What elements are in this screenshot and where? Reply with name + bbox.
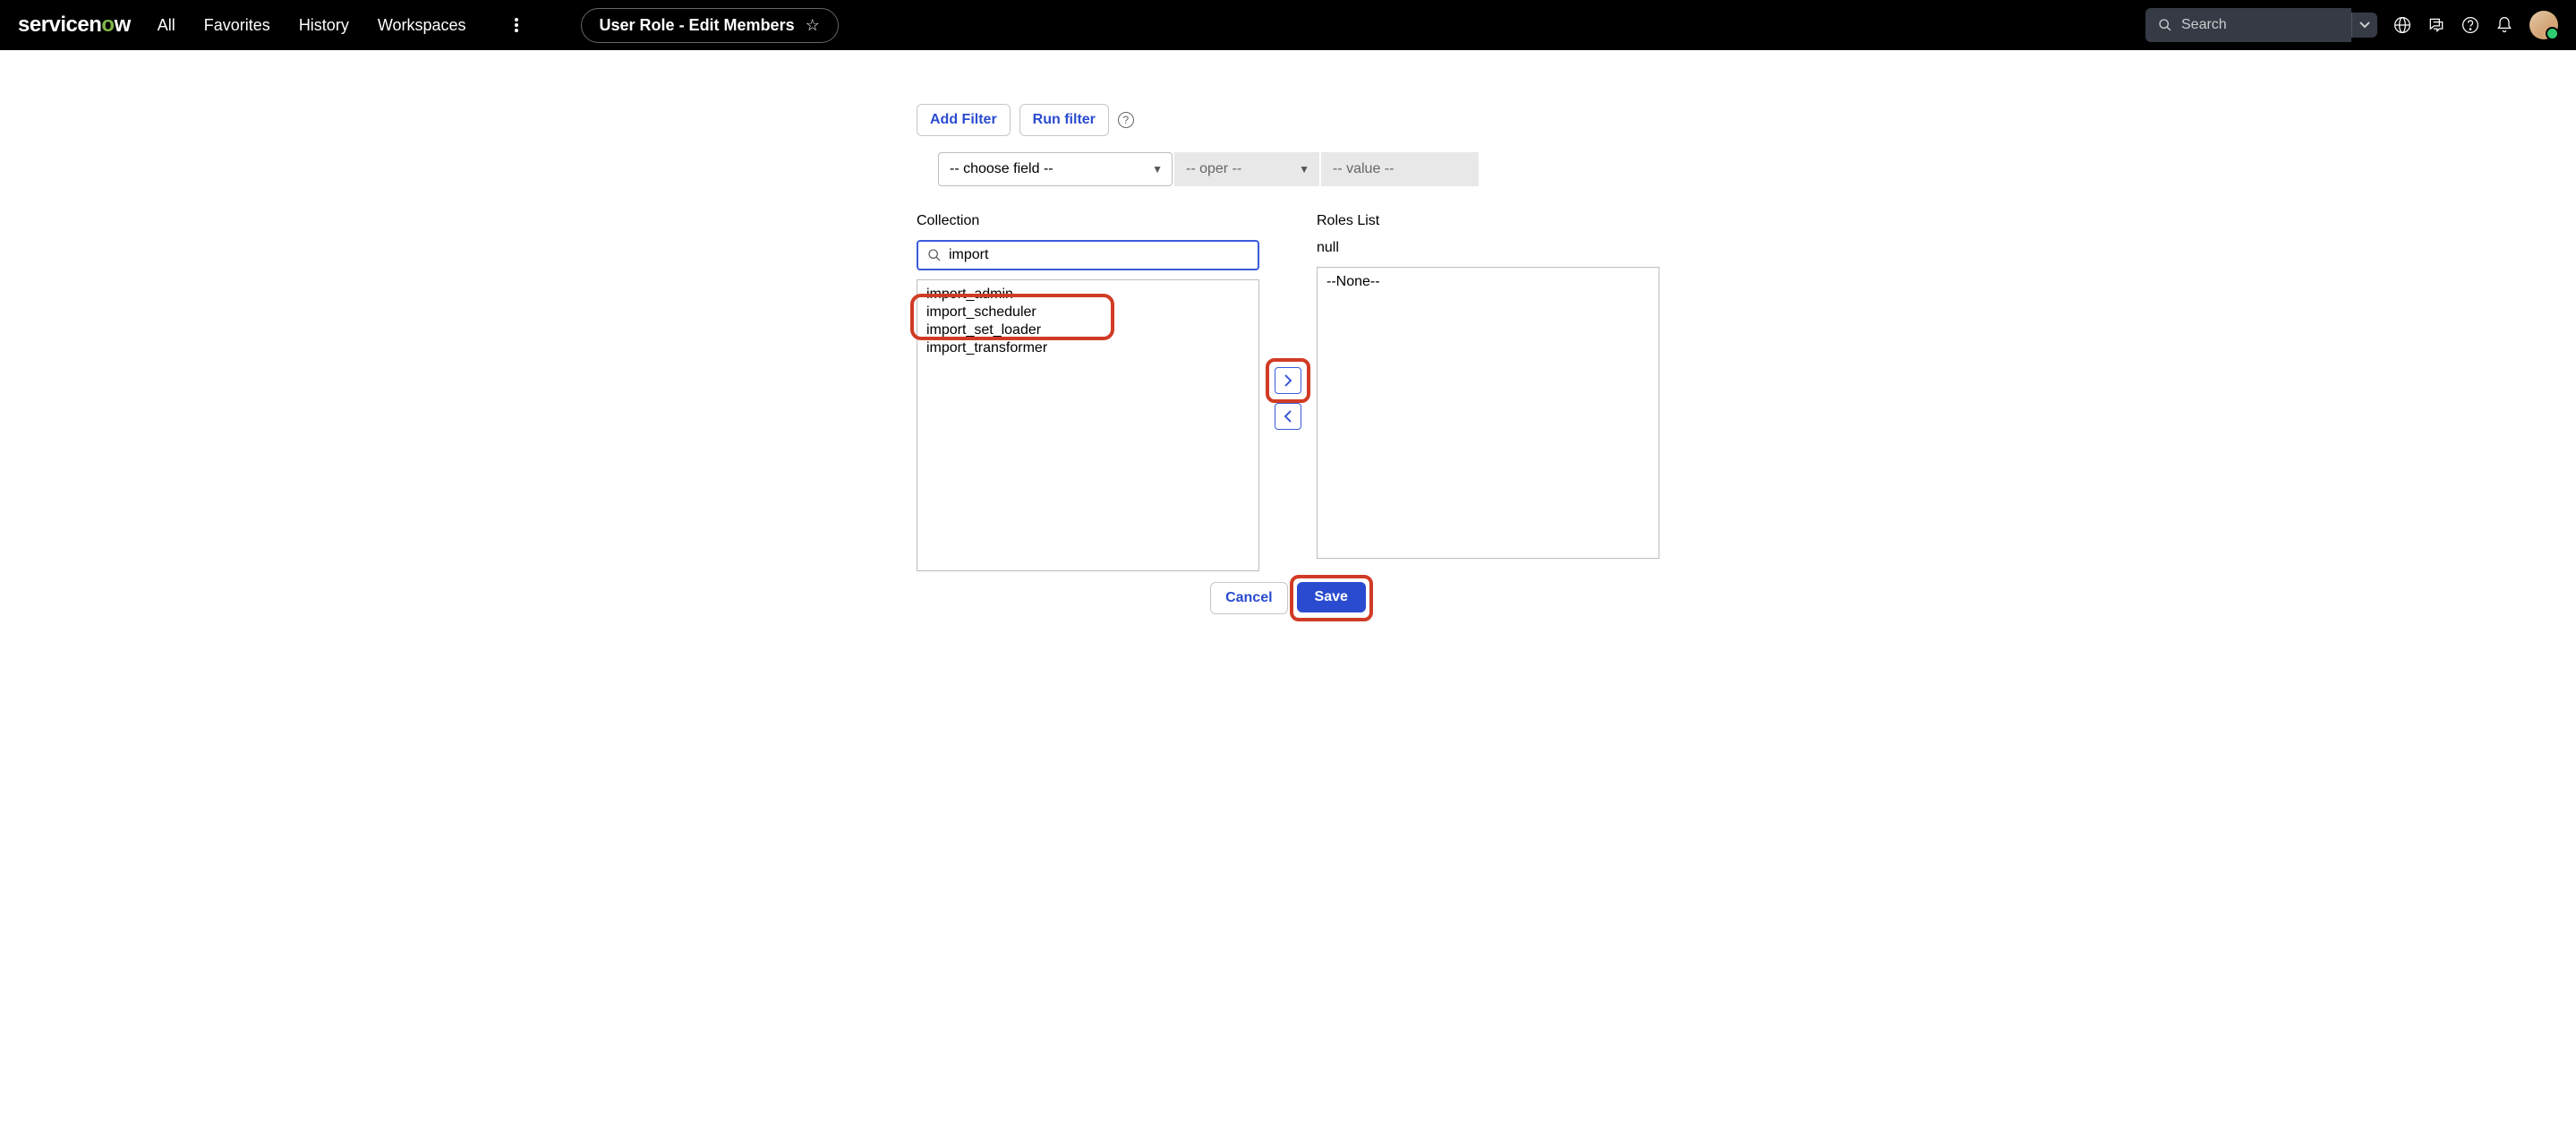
move-right-wrap [1275, 367, 1301, 394]
list-item[interactable]: --None-- [1318, 273, 1659, 291]
condition-row: -- choose field -- ▼ -- oper -- ▼ -- val… [917, 152, 1659, 186]
filter-help-icon[interactable]: ? [1118, 112, 1134, 128]
avatar[interactable] [2529, 11, 2558, 39]
global-search-input[interactable]: Search [2145, 8, 2351, 42]
header-right: Search [2145, 8, 2558, 42]
page-title-pill: User Role - Edit Members ☆ [581, 8, 839, 43]
nav-workspaces[interactable]: Workspaces [378, 16, 466, 35]
logo-text-o: o [101, 13, 114, 38]
condition-oper-placeholder: -- oper -- [1186, 161, 1241, 177]
list-item[interactable]: import_transformer [917, 339, 1258, 357]
chat-icon[interactable] [2427, 16, 2445, 34]
logo-text-service: service [18, 13, 89, 38]
search-placeholder: Search [2181, 17, 2227, 33]
nav-history[interactable]: History [299, 16, 349, 35]
collection-listbox[interactable]: import_admin import_scheduler import_set… [917, 279, 1259, 571]
content: Add Filter Run filter ? -- choose field … [917, 104, 1659, 614]
top-header: servicenow All Favorites History Workspa… [0, 0, 2576, 50]
move-left-button[interactable] [1275, 403, 1301, 430]
search-icon [927, 248, 942, 262]
run-filter-button[interactable]: Run filter [1019, 104, 1109, 136]
chevron-down-icon: ▼ [1152, 163, 1163, 175]
collection-column: Collection import_admin import_scheduler… [917, 213, 1259, 571]
nav-all[interactable]: All [158, 16, 175, 35]
logo-text-w: w [115, 13, 131, 38]
nav-more-icon[interactable] [506, 18, 527, 32]
main: Add Filter Run filter ? -- choose field … [0, 50, 2576, 668]
search-dropdown-icon[interactable] [2351, 13, 2377, 38]
condition-field-select[interactable]: -- choose field -- ▼ [938, 152, 1173, 186]
page-title: User Role - Edit Members [600, 16, 795, 35]
roles-null-text: null [1317, 240, 1659, 256]
footer-buttons: Cancel Save [917, 582, 1659, 614]
save-wrap: Save [1297, 582, 1366, 614]
save-button[interactable]: Save [1297, 582, 1366, 612]
logo-text-n: n [89, 13, 101, 38]
condition-value-placeholder: -- value -- [1333, 161, 1394, 177]
filter-buttons: Add Filter Run filter ? [917, 104, 1659, 136]
globe-icon[interactable] [2393, 16, 2411, 34]
collection-label: Collection [917, 213, 1259, 229]
move-right-button[interactable] [1275, 367, 1301, 394]
add-filter-button[interactable]: Add Filter [917, 104, 1011, 136]
favorite-star-icon[interactable]: ☆ [806, 16, 820, 35]
logo[interactable]: servicenow [18, 13, 131, 38]
chevron-down-icon: ▼ [1299, 163, 1309, 175]
list-item[interactable]: import_set_loader [917, 321, 1258, 339]
condition-field-placeholder: -- choose field -- [950, 161, 1053, 177]
list-item[interactable]: import_admin [917, 286, 1258, 304]
cancel-button[interactable]: Cancel [1210, 582, 1287, 614]
move-buttons [1275, 367, 1301, 430]
nav-favorites[interactable]: Favorites [204, 16, 270, 35]
condition-operator-select[interactable]: -- oper -- ▼ [1174, 152, 1319, 186]
help-icon[interactable] [2461, 16, 2479, 34]
slushbucket: Collection import_admin import_scheduler… [917, 213, 1659, 571]
condition-value-input[interactable]: -- value -- [1321, 152, 1479, 186]
roles-column: Roles List null --None-- [1317, 213, 1659, 571]
list-item[interactable]: import_scheduler [917, 304, 1258, 321]
collection-search-wrap [917, 240, 1259, 270]
nav: All Favorites History Workspaces [158, 16, 527, 35]
global-search: Search [2145, 8, 2377, 42]
collection-search-input[interactable] [949, 247, 1249, 263]
roles-label: Roles List [1317, 213, 1659, 229]
bell-icon[interactable] [2495, 16, 2513, 34]
roles-listbox[interactable]: --None-- [1317, 267, 1659, 559]
